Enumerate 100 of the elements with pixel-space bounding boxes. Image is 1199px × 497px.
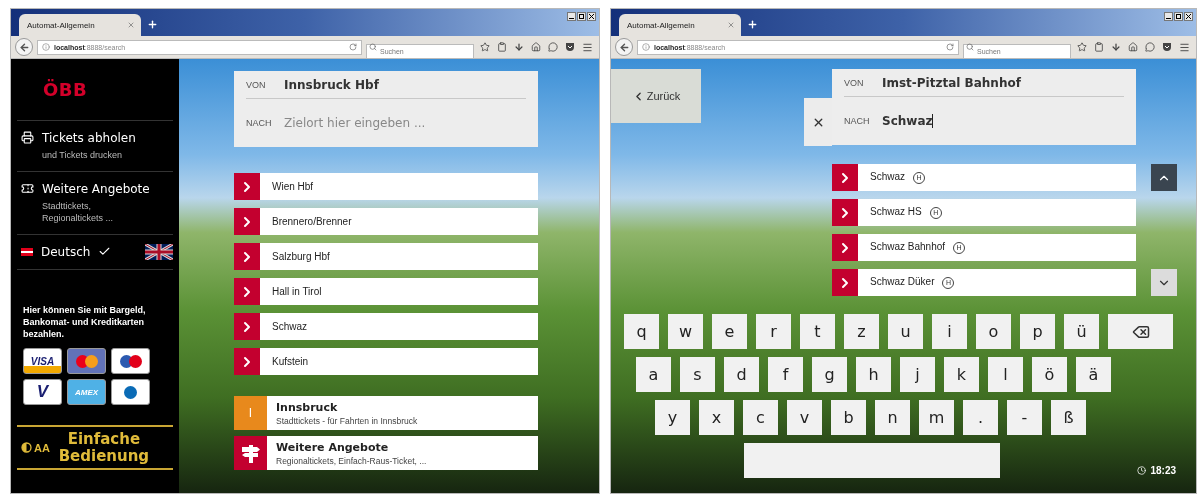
destination-option[interactable]: Wien Hbf [234,173,538,200]
key[interactable]: - [1007,400,1042,435]
ticket-icon [21,182,34,196]
sidebar-item[interactable]: Weitere Angebote Stadttickets, Regionaltickets ... [17,172,173,235]
menu-icon[interactable] [582,41,593,53]
close-icon [1186,14,1191,19]
key[interactable]: t [800,314,835,349]
key[interactable]: ü [1064,314,1099,349]
menu-title: Tickets abholen [42,131,137,145]
key[interactable]: x [699,400,734,435]
key[interactable]: v [787,400,822,435]
offer-title: Innsbruck [276,400,339,414]
back-button[interactable] [15,38,33,56]
key[interactable]: m [919,400,954,435]
key[interactable]: q [624,314,659,349]
download-icon[interactable] [1111,42,1121,52]
star-icon[interactable] [1077,42,1087,52]
chat-bubble-icon[interactable] [1145,42,1155,52]
key[interactable]: f [768,357,803,392]
field-label: VON [246,79,267,90]
key[interactable]: o [976,314,1011,349]
destination-input[interactable]: Zielort hier eingeben ... [284,116,504,130]
minimize-button[interactable] [1164,12,1173,21]
back-button[interactable]: Zurück [611,69,701,123]
offer-subtitle: Regionaltickets, Einfach-Raus-Ticket, ... [276,455,427,466]
key[interactable]: z [844,314,879,349]
chevron-icon [234,243,260,270]
sidebar-item[interactable]: Tickets abholen und Tickets drucken [17,121,173,173]
shield-icon[interactable] [1162,42,1172,52]
new-tab-icon[interactable] [147,19,158,30]
key[interactable]: ö [1032,357,1067,392]
reload-icon[interactable] [349,43,357,51]
key[interactable]: a [636,357,671,392]
chevron-icon [234,278,260,305]
key[interactable]: r [756,314,791,349]
minimize-button[interactable] [567,12,576,21]
browser-tab[interactable]: Automat-Allgemein [19,14,141,36]
new-tab-icon[interactable] [747,19,758,30]
arrow-left-icon [18,41,30,53]
key[interactable]: i [932,314,967,349]
chevron-icon [832,234,858,261]
card-label: V [36,382,49,403]
key[interactable]: k [944,357,979,392]
field-label: VON [844,77,865,88]
maximize-icon [1176,14,1181,19]
close-button[interactable] [1184,12,1193,21]
menu-subtitle: Stadttickets, Regionaltickets ... [42,201,115,224]
maximize-button[interactable] [1174,12,1183,21]
key[interactable]: n [875,400,910,435]
language-option[interactable] [145,243,173,260]
field-label: NACH [844,116,870,126]
destination-option[interactable]: Brennero/Brenner [234,208,538,235]
download-icon[interactable] [514,42,524,52]
offer-option[interactable]: I Innsbruck Stadttickets - für Fahrten in Innsbruck [234,396,538,430]
logo: ÖBB [43,79,88,100]
clock-icon [1137,466,1147,475]
key[interactable]: y [655,400,690,435]
destination-option[interactable]: Schwaz [234,313,538,340]
backspace-key[interactable] [1108,314,1173,349]
key[interactable]: l [988,357,1023,392]
chat-bubble-icon[interactable] [548,42,558,52]
key[interactable]: ä [1076,357,1111,392]
maximize-button[interactable] [577,12,586,21]
field-label: NACH [246,118,272,128]
key[interactable]: . [963,400,998,435]
menu-icon[interactable] [1179,41,1190,53]
destination-option[interactable]: Salzburg Hbf [234,243,538,270]
key[interactable]: p [1020,314,1055,349]
key[interactable]: g [812,357,847,392]
star-icon[interactable] [480,42,490,52]
key[interactable]: h [856,357,891,392]
destination-input[interactable]: Schwaz [882,114,933,128]
language-option[interactable]: Deutsch [21,244,112,259]
key[interactable]: c [743,400,778,435]
clipboard-icon[interactable] [497,42,507,52]
home-icon[interactable] [531,42,541,52]
browser-tab[interactable]: Automat-Allgemein [619,14,741,36]
uk-flag-icon [145,243,173,260]
key[interactable]: j [900,357,935,392]
key[interactable]: ß [1051,400,1086,435]
origin-value: Innsbruck Hbf [284,77,379,92]
shield-icon[interactable] [565,42,575,52]
menu-title: Weitere Angebote [42,182,151,197]
home-icon[interactable] [1128,42,1138,52]
destination-option[interactable]: Hall in Tirol [234,278,538,305]
key[interactable]: s [680,357,715,392]
key[interactable]: b [831,400,866,435]
chevron-icon [832,199,858,226]
key[interactable]: d [724,357,759,392]
close-button[interactable] [587,12,596,21]
back-button[interactable] [615,38,633,56]
key[interactable]: e [712,314,747,349]
key[interactable]: u [888,314,923,349]
offer-option[interactable]: Weitere Angebote Regionaltickets, Einfach-Raus-Ticket, ... [234,436,538,470]
clipboard-icon[interactable] [1094,42,1104,52]
offer-subtitle: Stadttickets - für Fahrten in Innsbruck [276,415,418,426]
key[interactable]: w [668,314,703,349]
reload-icon[interactable] [946,43,954,51]
tab-title: Automat-Allgemein [27,20,95,30]
destination-option[interactable]: Kufstein [234,348,538,375]
